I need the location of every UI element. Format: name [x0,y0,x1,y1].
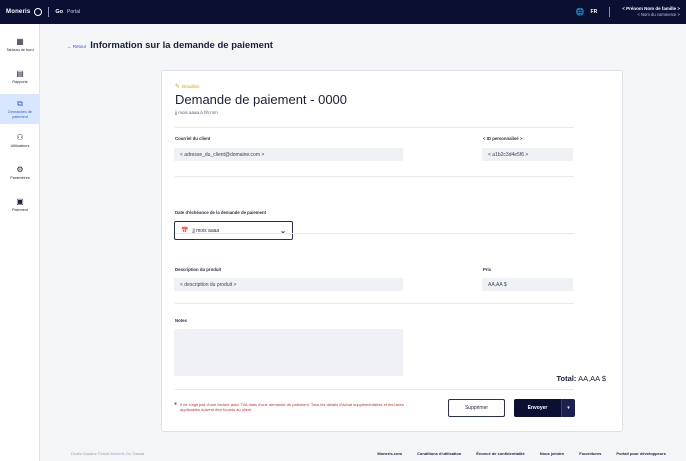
divider [175,233,574,234]
send-button-group: Envoyer ▾ [514,399,575,417]
back-link[interactable]: ← Retour [67,44,86,49]
footer-links: Moneris.com Conditions d'utilisation Éno… [377,451,686,456]
sidebar-item-label: Paramètres [10,176,30,181]
product-description-field[interactable]: < description du produit > [174,278,403,291]
reports-icon: ▤ [16,69,24,79]
language-toggle[interactable]: FR [591,9,598,15]
top-bar: Moneris Go Portal 🌐 FR < Prénom Nom de f… [0,0,686,24]
user-menu[interactable]: < Prénom Nom de famille > < Nom du comme… [622,6,680,18]
due-date-label: Date d'échéance de la demande de paiemen… [175,210,267,215]
sidebar-item-label: Rapports [12,80,28,85]
disclaimer: ● Il ne s'agit pas d'une facture avec TV… [174,401,404,413]
footer-link[interactable]: Moneris.com [377,451,402,456]
custom-id-field[interactable]: < a1b2c3d4e5f6 > [482,148,573,161]
sidebar-item-label: Tableau de bord [6,48,34,53]
page-header: ← Retour Information sur la demande de p… [67,40,273,51]
main-content: ← Retour Information sur la demande de p… [41,24,686,461]
notes-label: Notes [175,318,187,323]
globe-icon[interactable]: 🌐 [576,8,585,16]
brand-name: Moneris [6,9,31,15]
divider [175,176,574,177]
sidebar-item-label: Utilisateurs [10,144,30,149]
sidebar-item-users[interactable]: ⚇ Utilisateurs [0,126,40,156]
notes-field[interactable] [174,329,403,376]
sidebar-item-settings[interactable]: ⚙ Paramètres [0,158,40,188]
product-description-label: Description du produit [175,267,222,272]
price-label: Prix [483,267,492,272]
footer-link[interactable]: Fournitures [579,451,601,456]
total-label: Total: [556,374,577,383]
alert-icon: ● [174,401,178,407]
status-badge: ✎ Brouillon [175,83,200,90]
brand-logo[interactable]: Moneris Go Portal [0,7,80,17]
price-field[interactable]: AA,AA $ [482,278,573,291]
sidebar-item-payment-requests[interactable]: ⧉ Demandes de paiement [0,94,40,124]
payment-icon: ▣ [16,197,24,207]
request-title: Demande de paiement - 0000 [175,92,348,107]
divider [175,303,574,304]
product-portal: Portal [67,9,81,15]
sidebar-item-payment[interactable]: ▣ Paiement [0,190,40,220]
brand-divider [48,7,50,17]
product-go: Go [55,9,64,15]
moneris-mark-icon [34,8,43,16]
custom-id-label: < ID personnalisé > [483,136,523,141]
send-dropdown-button[interactable]: ▾ [561,399,575,417]
page-title: Information sur la demande de paiement [90,40,273,51]
topbar-divider [609,7,611,17]
total-amount: Total: AA,AA $ [557,374,606,383]
sidebar-item-reports[interactable]: ▤ Rapports [0,62,40,92]
footer: Droits d'auteur Portail Moneris Go ©aaaa… [41,446,686,461]
send-button[interactable]: Envoyer [514,399,561,417]
copyright: Droits d'auteur Portail Moneris Go ©aaaa [71,451,145,456]
status-label: Brouillon [182,84,200,89]
merchant-name: < Nom du commerce > [637,12,680,17]
total-value: AA,AA $ [578,374,606,383]
divider [175,389,574,390]
sidebar-item-label: Paiement [11,208,29,213]
users-icon: ⚇ [16,133,24,143]
sidebar-item-dashboard[interactable]: ▦ Tableau de bord [0,30,40,60]
footer-link[interactable]: Conditions d'utilisation [417,451,461,456]
pencil-icon: ✎ [175,84,181,90]
dashboard-icon: ▦ [16,37,24,47]
divider [175,127,574,128]
request-date: jj mois aaaa à hh:mm [175,110,218,115]
delete-button[interactable]: Supprimer [448,399,505,417]
client-email-field[interactable]: < adresse_du_client@domaine.com > [174,148,403,161]
footer-link[interactable]: Portail pour développeurs [616,451,666,456]
footer-link[interactable]: Nous joindre [540,451,564,456]
sidebar: ▦ Tableau de bord ▤ Rapports ⧉ Demandes … [0,24,40,461]
due-date-select[interactable]: 📅 jj mois aaaa ⌄ [174,221,293,240]
settings-icon: ⚙ [16,165,24,175]
disclaimer-text: Il ne s'agit pas d'une facture avec TVA … [180,402,404,413]
sidebar-item-label: Demandes de paiement [8,109,32,119]
payment-request-card: ✎ Brouillon Demande de paiement - 0000 j… [161,70,623,432]
client-email-label: Courriel du client [175,136,211,141]
payment-requests-icon: ⧉ [17,98,23,108]
footer-link[interactable]: Énoncé de confidentialité [476,451,524,456]
